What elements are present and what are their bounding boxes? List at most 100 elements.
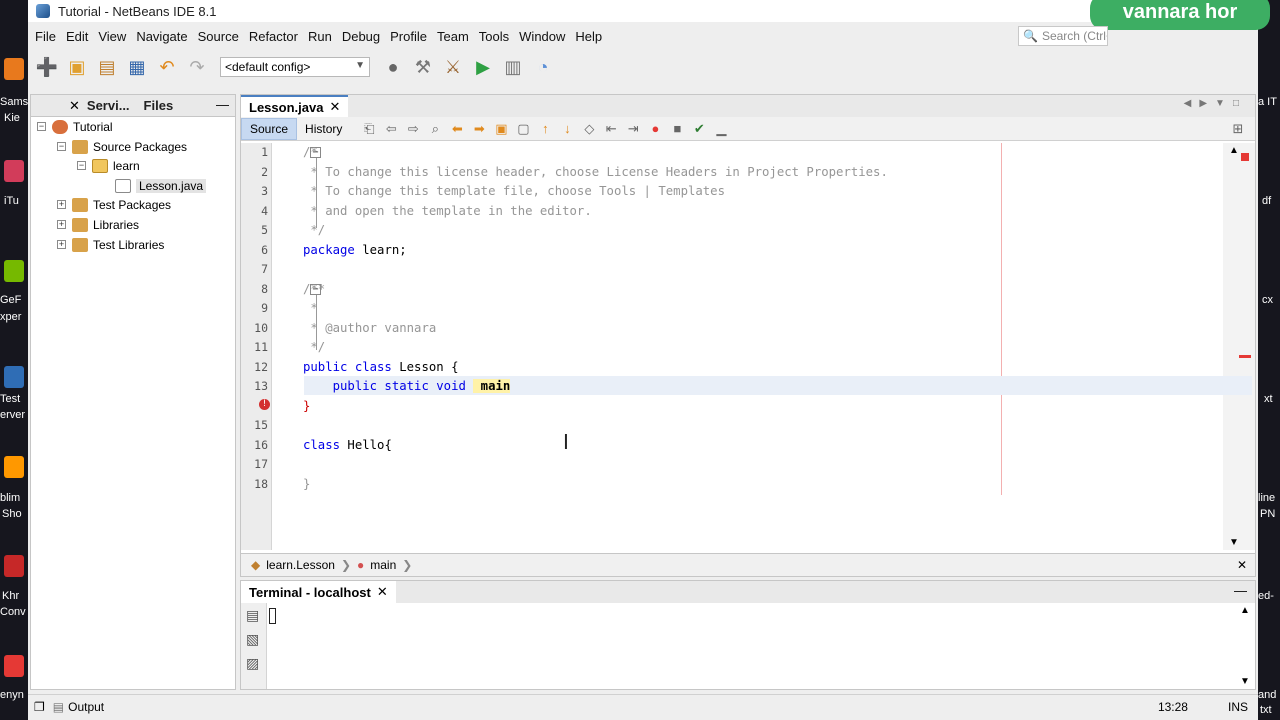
remote-terminal-icon[interactable]: ▨ bbox=[246, 655, 259, 672]
desktop-app-icon[interactable] bbox=[4, 555, 24, 577]
chevron-up-icon[interactable]: ▲ bbox=[1229, 145, 1239, 156]
menu-profile[interactable]: Profile bbox=[385, 29, 432, 44]
previous-bookmark-icon[interactable]: ↑ bbox=[534, 121, 556, 136]
expand-icon[interactable]: + bbox=[57, 240, 66, 249]
menu-run[interactable]: Run bbox=[303, 29, 337, 44]
menu-view[interactable]: View bbox=[93, 29, 131, 44]
expand-icon[interactable]: + bbox=[57, 200, 66, 209]
save-all-icon[interactable]: ▦ bbox=[124, 54, 150, 80]
find-previous-icon[interactable]: ⬅ bbox=[446, 121, 468, 137]
desktop-label: Conv bbox=[0, 606, 26, 618]
error-stripe-icon bbox=[1241, 153, 1249, 161]
forward-icon[interactable]: ⇨ bbox=[402, 121, 424, 137]
debug-icon[interactable]: ▥ bbox=[500, 54, 526, 80]
desktop-app-icon[interactable] bbox=[4, 160, 24, 182]
collapse-icon[interactable]: − bbox=[37, 122, 46, 131]
chevron-down-icon[interactable]: ▼ bbox=[1240, 676, 1250, 687]
collapse-icon[interactable]: − bbox=[57, 142, 66, 151]
tree-item-package-learn[interactable]: − learn bbox=[77, 156, 140, 175]
editor-scrollbar[interactable]: ▲ ▼ bbox=[1223, 143, 1255, 550]
tree-item-test-libraries[interactable]: + Test Libraries bbox=[57, 235, 164, 254]
menu-navigate[interactable]: Navigate bbox=[131, 29, 192, 44]
close-icon[interactable]: ✕ bbox=[329, 99, 340, 115]
build-hammer-icon[interactable]: ⚒ bbox=[410, 54, 436, 80]
config-select[interactable]: <default config> ▼ bbox=[220, 57, 370, 77]
shift-left-icon[interactable]: ⇤ bbox=[600, 121, 622, 137]
start-macro-icon[interactable]: ● bbox=[644, 121, 666, 136]
tree-item-source-packages[interactable]: − Source Packages bbox=[57, 137, 187, 156]
globe-icon[interactable]: ● bbox=[380, 54, 406, 80]
desktop-app-icon[interactable] bbox=[4, 655, 24, 677]
stop-macro-icon[interactable]: ■ bbox=[666, 121, 688, 136]
collapse-icon[interactable]: − bbox=[77, 161, 86, 170]
expand-icon[interactable]: + bbox=[57, 220, 66, 229]
menu-help[interactable]: Help bbox=[570, 29, 607, 44]
menu-window[interactable]: Window bbox=[514, 29, 570, 44]
tab-terminal[interactable]: Terminal - localhost ✕ bbox=[241, 581, 396, 603]
minimize-icon[interactable]: — bbox=[216, 97, 229, 112]
toggle-highlight-icon[interactable]: ▣ bbox=[490, 121, 512, 137]
terminal-scrollbar[interactable]: ▲ ▼ bbox=[1235, 603, 1255, 689]
restore-icon[interactable]: ❐ bbox=[34, 700, 45, 714]
chevron-down-icon[interactable]: ▼ bbox=[1229, 537, 1239, 548]
last-edit-icon[interactable]: ⎗ bbox=[358, 121, 380, 137]
desktop-app-icon[interactable] bbox=[4, 58, 24, 80]
uncomment-icon[interactable]: ▁ bbox=[710, 121, 732, 137]
tree-item-project[interactable]: − Tutorial bbox=[37, 117, 113, 136]
breadcrumb-item[interactable]: main bbox=[370, 558, 396, 572]
terminal-cursor[interactable] bbox=[269, 608, 276, 624]
search-placeholder: Search (Ctrl+I) bbox=[1041, 29, 1107, 43]
chevron-up-icon[interactable]: ▲ bbox=[1240, 605, 1250, 616]
close-icon[interactable]: ✕ bbox=[1237, 558, 1247, 572]
desktop-app-icon[interactable] bbox=[4, 260, 24, 282]
menu-file[interactable]: File bbox=[30, 29, 61, 44]
minimize-icon[interactable]: — bbox=[1234, 583, 1247, 598]
tab-lesson-java[interactable]: Lesson.java ✕ bbox=[241, 95, 349, 117]
desktop-app-icon[interactable] bbox=[4, 366, 24, 388]
undo-icon[interactable]: ↶ bbox=[154, 54, 180, 80]
clean-build-icon[interactable]: ⚔ bbox=[440, 54, 466, 80]
tab-files[interactable]: Files bbox=[137, 98, 181, 113]
tab-navigation-icons[interactable]: ◀▶▼□ bbox=[1184, 98, 1247, 109]
run-icon[interactable]: ▶ bbox=[470, 54, 496, 80]
menu-tools[interactable]: Tools bbox=[474, 29, 514, 44]
menu-refactor[interactable]: Refactor bbox=[244, 29, 303, 44]
menu-team[interactable]: Team bbox=[432, 29, 474, 44]
shift-right-icon[interactable]: ⇥ bbox=[622, 121, 644, 137]
tree-item-lesson-java[interactable]: Lesson.java bbox=[115, 176, 207, 195]
tab-history[interactable]: History bbox=[297, 119, 350, 139]
error-icon[interactable]: ! bbox=[259, 399, 270, 410]
back-icon[interactable]: ⇦ bbox=[380, 121, 402, 137]
close-icon[interactable]: ✕ bbox=[377, 584, 388, 600]
toggle-bookmark-icon[interactable]: ◇ bbox=[578, 121, 600, 137]
breadcrumb-item[interactable]: learn.Lesson bbox=[266, 558, 335, 572]
code-text: Lesson { bbox=[391, 359, 459, 374]
redo-icon[interactable]: ↷ bbox=[184, 54, 210, 80]
new-file-icon[interactable]: ➕ bbox=[34, 54, 60, 80]
next-bookmark-icon[interactable]: ↓ bbox=[556, 121, 578, 136]
comment-icon[interactable]: ✔ bbox=[688, 121, 710, 137]
new-project-icon[interactable]: ▣ bbox=[64, 54, 90, 80]
output-button[interactable]: Output bbox=[68, 700, 104, 714]
profile-icon[interactable]: ◔ bbox=[530, 54, 556, 80]
new-terminal-icon[interactable]: ▧ bbox=[246, 631, 259, 648]
tab-source[interactable]: Source bbox=[241, 117, 298, 140]
toggle-selection-icon[interactable]: ▢ bbox=[512, 121, 534, 137]
title-bar[interactable]: Tutorial - NetBeans IDE 8.1 vannara hor bbox=[28, 0, 1270, 30]
tree-item-test-packages[interactable]: + Test Packages bbox=[57, 195, 171, 214]
menu-debug[interactable]: Debug bbox=[337, 29, 385, 44]
find-icon[interactable]: ⌕ bbox=[424, 121, 446, 137]
open-project-icon[interactable]: ▤ bbox=[94, 54, 120, 80]
search-input[interactable]: 🔍 Search (Ctrl+I) bbox=[1018, 26, 1108, 46]
menu-edit[interactable]: Edit bbox=[61, 29, 93, 44]
terminal-icon[interactable]: ▤ bbox=[246, 607, 259, 624]
find-next-icon[interactable]: ➡ bbox=[468, 121, 490, 137]
code-area[interactable]: − − 1 /* 2 * To change this license head… bbox=[254, 143, 1252, 550]
tab-services[interactable]: Servi... bbox=[80, 98, 137, 113]
close-icon[interactable]: ✕ bbox=[69, 98, 80, 114]
menu-source[interactable]: Source bbox=[193, 29, 244, 44]
split-editor-icon[interactable]: ⊞ bbox=[1227, 121, 1249, 137]
tree-item-libraries[interactable]: + Libraries bbox=[57, 215, 139, 234]
desktop-app-icon[interactable] bbox=[4, 456, 24, 478]
line-number: 2 bbox=[261, 164, 268, 179]
